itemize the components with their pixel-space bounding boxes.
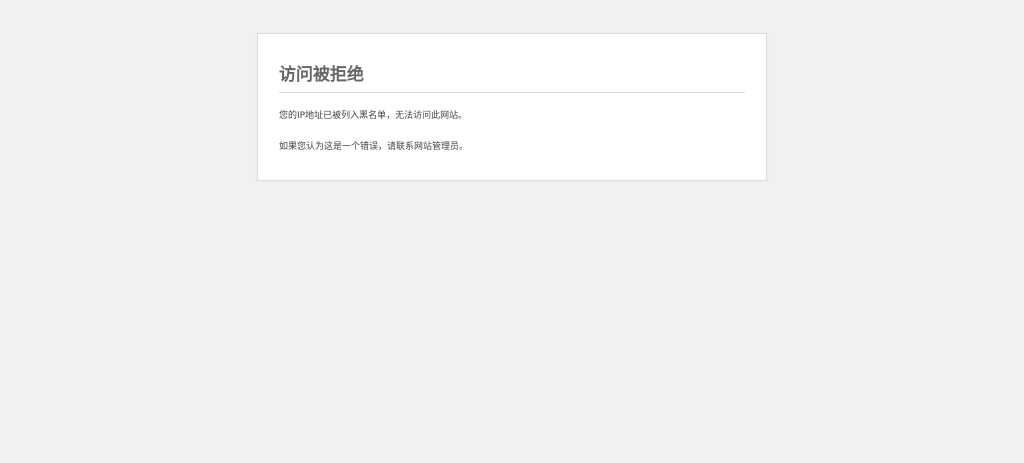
error-panel: 访问被拒绝 您的IP地址已被列入黑名单，无法访问此网站。 如果您认为这是一个错误… [257,33,767,181]
error-message: 您的IP地址已被列入黑名单，无法访问此网站。 [279,111,468,121]
contact-message: 如果您认为这是一个错误，请联系网站管理员。 [279,142,469,152]
page-title: 访问被拒绝 [279,64,745,93]
